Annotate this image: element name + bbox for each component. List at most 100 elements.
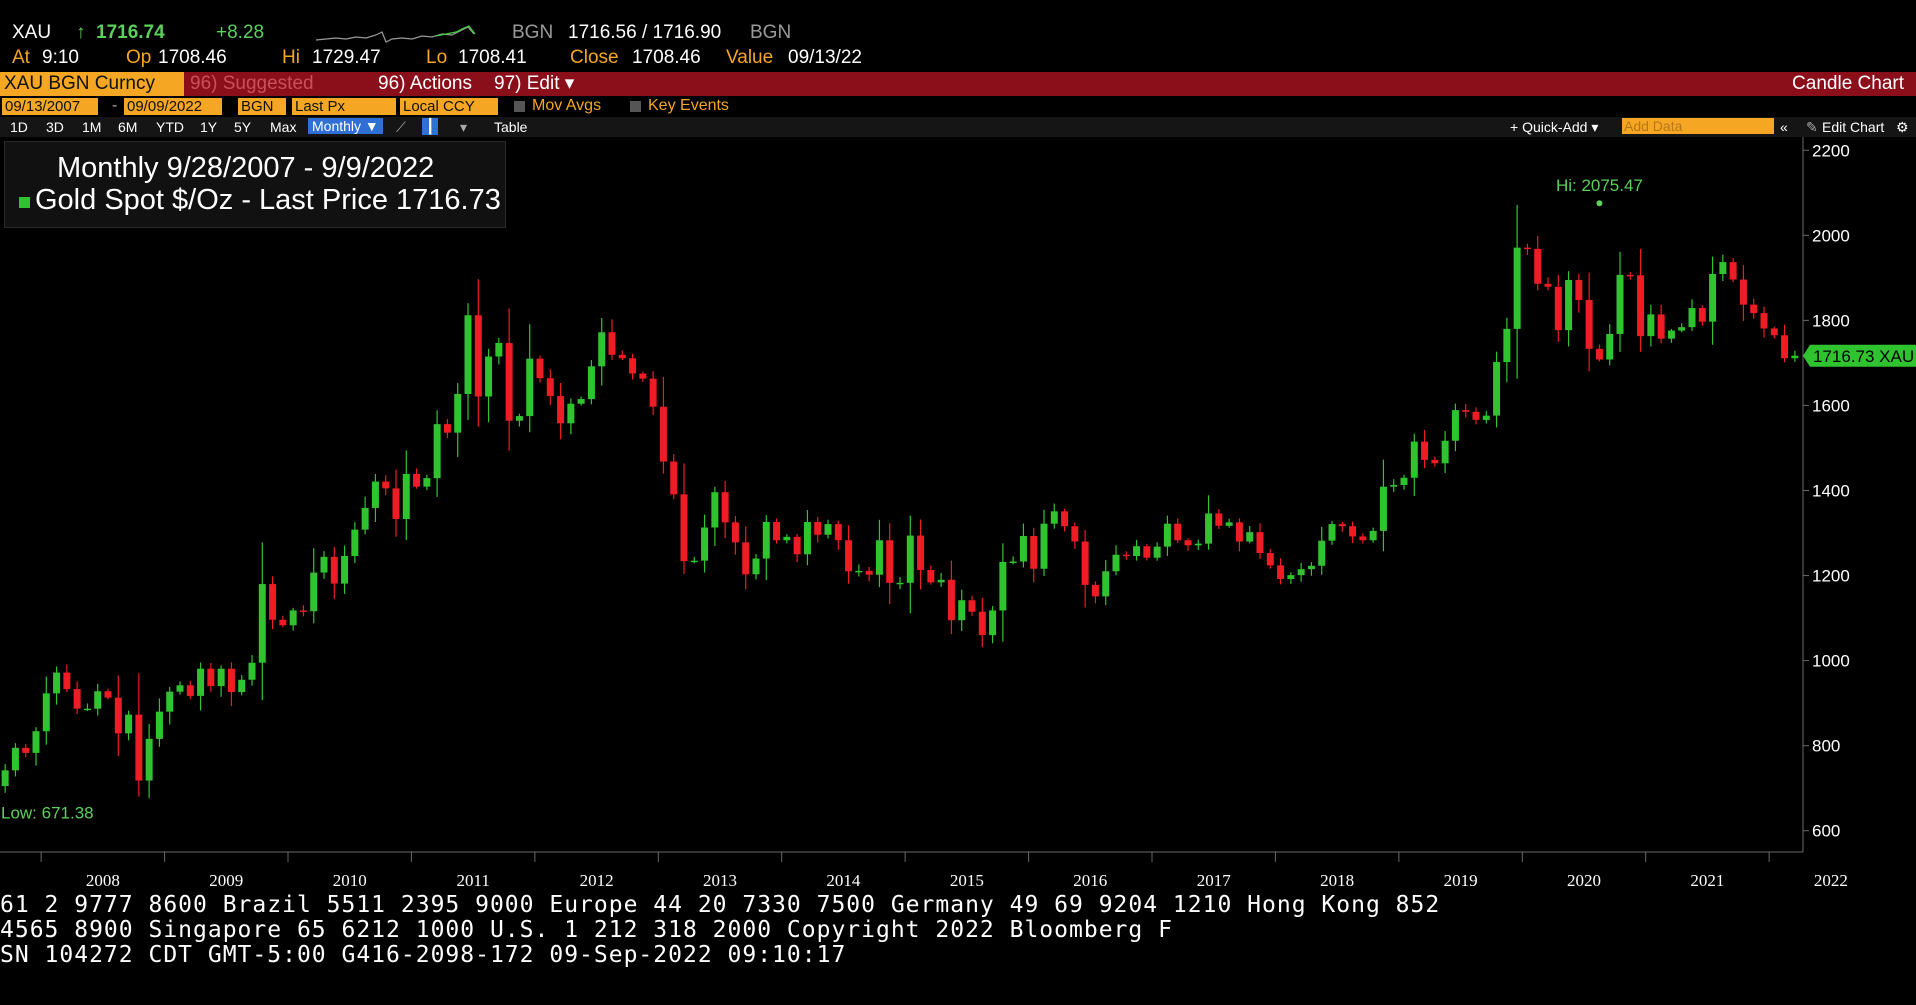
footer-session-info: SN 104272 CDT GMT-5:00 G416-2098-172 09-…: [0, 942, 847, 968]
candle-body: [855, 570, 863, 573]
gear-icon[interactable]: ⚙: [1896, 119, 1909, 136]
field-selector[interactable]: Last Px: [292, 98, 396, 115]
candle-body: [1431, 459, 1439, 464]
suggested-charts-button[interactable]: 96) Suggested Charts: [186, 72, 370, 118]
function-toolbar: XAU BGN Curncy 96) Suggested Charts 96) …: [0, 72, 1916, 118]
candle-body: [567, 403, 575, 424]
candle-body: [937, 579, 945, 583]
chart-type-dropdown-icon[interactable]: ▾: [460, 119, 467, 136]
candle-body: [917, 535, 925, 571]
footer-contacts-2: 4565 8900 Singapore 65 6212 1000 U.S. 1 …: [0, 917, 1173, 943]
tf-ytd[interactable]: YTD: [156, 119, 184, 135]
candle-body: [423, 478, 431, 487]
quick-add-button[interactable]: + Quick-Add ▾: [1510, 119, 1598, 136]
tf-1m[interactable]: 1M: [82, 119, 101, 135]
tf-6m[interactable]: 6M: [118, 119, 137, 135]
candle-body: [989, 610, 997, 636]
candle-body: [1256, 532, 1264, 554]
candle-body: [1441, 440, 1449, 464]
candle-body: [1009, 561, 1017, 564]
candle-body: [464, 315, 472, 394]
security-field[interactable]: XAU BGN Curncy: [0, 72, 184, 96]
low-label: Lo: [426, 47, 448, 68]
candle-body: [1606, 333, 1614, 360]
candle-body: [83, 708, 91, 711]
candle-body: [1, 770, 9, 787]
tf-max[interactable]: Max: [270, 119, 296, 135]
chart-type-label: Candle Chart: [1792, 73, 1904, 94]
candle-body: [1091, 584, 1099, 597]
candle-body: [1307, 565, 1315, 570]
candle-chart-icon[interactable]: ┃: [422, 118, 439, 135]
candle-body: [1462, 410, 1470, 412]
quote-header: XAU ↑ 1716.74 +8.28 BGN 1716.56 / 1716.9…: [0, 22, 1916, 46]
candle-body: [968, 600, 976, 612]
at-value: 9:10: [42, 47, 79, 68]
line-chart-icon[interactable]: ⟋: [396, 119, 406, 136]
candle-body: [1544, 283, 1552, 287]
candle-body: [1421, 441, 1429, 460]
edit-menu[interactable]: 97) Edit ▾: [490, 72, 576, 96]
annotations: Hi: 2075.47 Low: 671.38: [1, 176, 1643, 822]
tf-1d[interactable]: 1D: [10, 119, 28, 135]
candle-body: [1739, 279, 1747, 305]
series-swatch: [19, 197, 30, 208]
candle-body: [42, 693, 50, 732]
candle-body: [11, 747, 19, 771]
candle-body: [947, 579, 955, 621]
actions-menu[interactable]: 96) Actions ▾: [374, 72, 486, 118]
candle-body: [896, 582, 904, 585]
high-annotation: Hi: 2075.47: [1556, 176, 1643, 195]
candle-body: [1266, 553, 1274, 566]
end-date-field[interactable]: 09/09/2022: [124, 98, 222, 115]
candle-body: [557, 396, 565, 424]
intraday-sparkline: [316, 25, 476, 43]
candle-body: [742, 542, 750, 575]
candle-body: [176, 685, 184, 692]
period-selector[interactable]: Monthly ▼: [308, 118, 383, 134]
candle-body: [680, 494, 688, 562]
add-data-input[interactable]: Add Data: [1622, 118, 1774, 134]
candle-body: [999, 561, 1007, 611]
candle-body: [248, 662, 256, 680]
value-label: Value: [726, 47, 774, 68]
candle-body: [413, 473, 421, 487]
candle-body: [207, 668, 215, 687]
bid-ask: 1716.56 / 1716.90: [568, 22, 722, 43]
candle-body: [824, 524, 832, 535]
candle-body: [330, 556, 338, 584]
candle-body: [73, 689, 81, 709]
candle-body: [598, 332, 606, 367]
candle-body: [1585, 299, 1593, 349]
y-tick-label: 600: [1812, 822, 1840, 841]
x-axis: 2008 2009 2010 2011 2012 2013 2014 2015 2016 2017…: [0, 851, 1848, 890]
candles: [1, 204, 1799, 799]
source-field[interactable]: BGN: [238, 98, 286, 115]
candle-body: [793, 536, 801, 555]
candle-body: [1081, 541, 1089, 585]
key-events-checkbox[interactable]: [630, 101, 641, 112]
y-tick-label: 2200: [1812, 141, 1850, 160]
candle-body: [433, 424, 441, 479]
x-tick-label: 2021: [1690, 871, 1724, 890]
candle-body: [1595, 348, 1603, 360]
candle-body: [526, 358, 534, 417]
options-bar: 09/13/2007 - 09/09/2022 BGN Last Px Loca…: [0, 97, 1916, 116]
tf-5y[interactable]: 5Y: [234, 119, 251, 135]
candle-body: [1112, 554, 1120, 572]
tf-1y[interactable]: 1Y: [200, 119, 217, 135]
x-tick-label: 2013: [703, 871, 737, 890]
x-tick-label: 2018: [1320, 871, 1354, 890]
currency-selector[interactable]: Local CCY: [400, 98, 498, 115]
candle-body: [690, 560, 698, 563]
mov-avgs-checkbox[interactable]: [514, 101, 525, 112]
table-button[interactable]: Table: [494, 119, 527, 135]
candle-body: [258, 584, 266, 663]
edit-chart-button[interactable]: Edit Chart: [1822, 119, 1884, 135]
collapse-icon[interactable]: «: [1780, 119, 1788, 135]
tf-3d[interactable]: 3D: [46, 119, 64, 135]
candle-body: [186, 685, 194, 696]
candle-body: [299, 610, 307, 612]
start-date-field[interactable]: 09/13/2007: [2, 98, 98, 115]
candle-body: [659, 406, 667, 462]
